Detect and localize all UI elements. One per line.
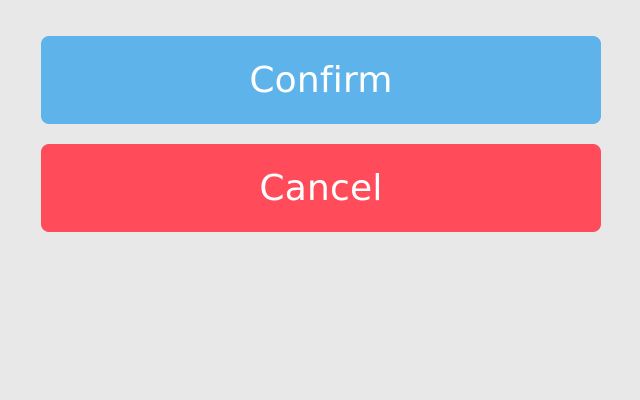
cancel-button[interactable]: Cancel [41, 144, 601, 232]
confirm-button[interactable]: Confirm [41, 36, 601, 124]
button-dialog-screen: Confirm Cancel [0, 0, 640, 400]
